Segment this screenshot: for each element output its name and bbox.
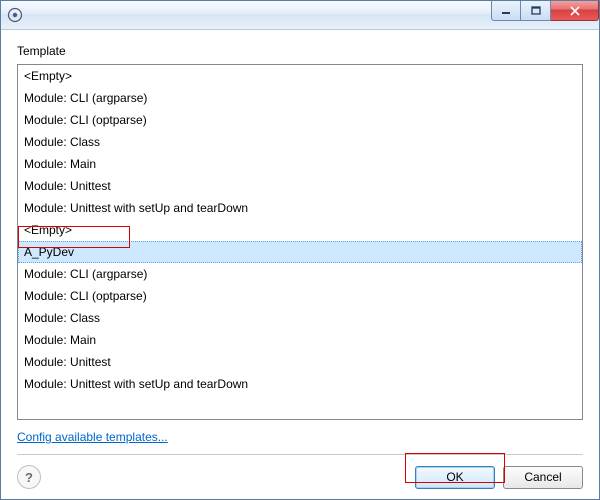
template-label: Template: [17, 44, 583, 58]
template-item[interactable]: A_PyDev: [18, 241, 582, 263]
template-item[interactable]: Module: Unittest: [18, 175, 582, 197]
minimize-button[interactable]: [491, 1, 521, 21]
template-item[interactable]: Module: Class: [18, 307, 582, 329]
ok-button-label: OK: [446, 470, 463, 484]
template-item[interactable]: Module: CLI (optparse): [18, 109, 582, 131]
link-row: Config available templates...: [17, 430, 583, 444]
client-area: Template <Empty>Module: CLI (argparse)Mo…: [1, 30, 599, 499]
template-item[interactable]: <Empty>: [18, 65, 582, 87]
template-item[interactable]: Module: CLI (argparse): [18, 263, 582, 285]
app-icon: [7, 7, 23, 23]
ok-button[interactable]: OK: [415, 466, 495, 489]
window-controls: [491, 1, 599, 21]
help-button[interactable]: ?: [17, 465, 41, 489]
button-row: ? OK Cancel: [17, 455, 583, 489]
titlebar: [1, 1, 599, 30]
template-item[interactable]: Module: CLI (argparse): [18, 87, 582, 109]
template-item[interactable]: <Empty>: [18, 219, 582, 241]
template-item[interactable]: Module: Unittest with setUp and tearDown: [18, 373, 582, 395]
close-button[interactable]: [551, 1, 599, 21]
dialog-window: Template <Empty>Module: CLI (argparse)Mo…: [0, 0, 600, 500]
template-item[interactable]: Module: CLI (optparse): [18, 285, 582, 307]
template-item[interactable]: Module: Main: [18, 329, 582, 351]
template-item[interactable]: Module: Main: [18, 153, 582, 175]
maximize-button[interactable]: [521, 1, 551, 21]
cancel-button[interactable]: Cancel: [503, 466, 583, 489]
cancel-button-label: Cancel: [524, 470, 561, 484]
config-templates-link[interactable]: Config available templates...: [17, 430, 168, 444]
help-icon: ?: [25, 470, 33, 485]
template-item[interactable]: Module: Unittest with setUp and tearDown: [18, 197, 582, 219]
template-listbox[interactable]: <Empty>Module: CLI (argparse)Module: CLI…: [17, 64, 583, 420]
template-item[interactable]: Module: Class: [18, 131, 582, 153]
template-item[interactable]: Module: Unittest: [18, 351, 582, 373]
